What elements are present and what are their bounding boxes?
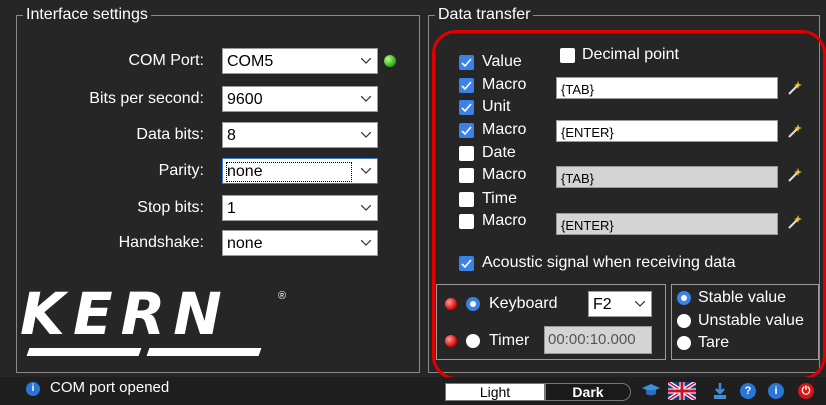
macro2-checkbox[interactable]: [459, 123, 474, 138]
stable-value-label: Stable value: [698, 289, 787, 306]
macro1-value: {TAB}: [561, 82, 595, 97]
parity-label: Parity:: [158, 162, 204, 179]
bits-per-second-select[interactable]: 9600: [222, 86, 378, 112]
kern-logo-bar-right: [146, 348, 262, 356]
macro1-checkbox[interactable]: [459, 78, 474, 93]
chevron-down-icon: [355, 49, 377, 73]
timer-radio[interactable]: [466, 334, 480, 348]
keyboard-key-select[interactable]: F2: [588, 291, 652, 317]
data-bits-select[interactable]: 8: [222, 122, 378, 148]
macro4-label: Macro: [482, 212, 527, 229]
macro1-label: Macro: [482, 76, 527, 93]
bits-per-second-value: 9600: [227, 91, 263, 108]
unstable-value-label: Unstable value: [698, 312, 804, 329]
magic-wand-icon[interactable]: [786, 79, 804, 97]
status-message: COM port opened: [50, 379, 170, 396]
acoustic-signal-label: Acoustic signal when receiving data: [482, 254, 736, 271]
time-label: Time: [482, 190, 517, 207]
power-icon[interactable]: ⏻: [798, 383, 814, 399]
kern-logo: KERN ®: [20, 284, 290, 364]
macro3-checkbox[interactable]: [459, 168, 474, 183]
chevron-down-icon: [355, 231, 377, 255]
help-icon[interactable]: ?: [740, 383, 756, 399]
kern-logo-text: KERN: [20, 280, 230, 348]
info-icon: i: [26, 382, 40, 396]
data-transfer-title: Data transfer: [435, 6, 534, 24]
about-info-icon[interactable]: i: [768, 383, 784, 399]
macro2-value: {ENTER}: [561, 125, 614, 140]
keyboard-key-value: F2: [593, 296, 612, 313]
date-checkbox[interactable]: [459, 146, 474, 161]
theme-light-button[interactable]: Light: [445, 383, 545, 401]
graduation-cap-icon[interactable]: [641, 382, 661, 400]
stable-value-radio[interactable]: [677, 291, 691, 305]
connection-led-icon: [384, 55, 396, 67]
stop-bits-value: 1: [227, 200, 236, 217]
theme-dark-button[interactable]: Dark: [545, 383, 631, 401]
uk-flag-icon[interactable]: [668, 382, 696, 400]
parity-select[interactable]: none: [222, 158, 378, 184]
timer-label: Timer: [489, 332, 530, 349]
macro4-value: {ENTER}: [561, 218, 614, 233]
bits-per-second-label: Bits per second:: [89, 90, 204, 107]
value-label: Value: [482, 53, 522, 70]
tare-radio[interactable]: [677, 336, 691, 350]
com-port-value: COM5: [227, 53, 274, 70]
decimal-point-checkbox[interactable]: [560, 48, 575, 63]
unit-label: Unit: [482, 98, 511, 115]
date-label: Date: [482, 144, 516, 161]
timer-interval-value: 00:00:10.000: [548, 331, 636, 348]
macro2-label: Macro: [482, 121, 527, 138]
keyboard-label: Keyboard: [489, 295, 558, 312]
data-bits-label: Data bits:: [136, 126, 204, 143]
handshake-value: none: [227, 235, 263, 252]
unstable-value-radio[interactable]: [677, 314, 691, 328]
kern-logo-bar-left: [26, 348, 142, 356]
macro4-input[interactable]: {ENTER}: [556, 213, 778, 235]
com-port-select[interactable]: COM5: [222, 48, 378, 74]
stop-bits-label: Stop bits:: [137, 199, 204, 216]
data-bits-value: 8: [227, 127, 236, 144]
download-icon[interactable]: [712, 382, 728, 400]
unit-checkbox[interactable]: [459, 100, 474, 115]
stop-bits-select[interactable]: 1: [222, 195, 378, 221]
timer-interval-input[interactable]: 00:00:10.000: [544, 326, 652, 354]
value-checkbox[interactable]: [459, 55, 474, 70]
kern-logo-registered: ®: [278, 290, 287, 302]
keyboard-status-led-icon: [445, 298, 457, 310]
macro3-input[interactable]: {TAB}: [556, 166, 778, 188]
macro3-value: {TAB}: [561, 171, 595, 186]
chevron-down-icon: [629, 292, 651, 316]
tare-label: Tare: [698, 334, 730, 351]
time-checkbox[interactable]: [459, 192, 474, 207]
handshake-label: Handshake:: [118, 234, 204, 251]
magic-wand-icon[interactable]: [786, 166, 804, 184]
interface-settings-title: Interface settings: [23, 6, 151, 24]
chevron-down-icon: [355, 159, 377, 183]
timer-status-led-icon: [445, 335, 457, 347]
macro2-input[interactable]: {ENTER}: [556, 120, 778, 142]
magic-wand-icon[interactable]: [786, 213, 804, 231]
com-port-label: COM Port:: [128, 52, 204, 69]
chevron-down-icon: [355, 123, 377, 147]
chevron-down-icon: [355, 87, 377, 111]
macro1-input[interactable]: {TAB}: [556, 77, 778, 99]
decimal-point-label: Decimal point: [582, 46, 679, 63]
magic-wand-icon[interactable]: [786, 122, 804, 140]
macro3-label: Macro: [482, 166, 527, 183]
parity-value: none: [226, 162, 352, 182]
macro4-checkbox[interactable]: [459, 214, 474, 229]
chevron-down-icon: [355, 196, 377, 220]
keyboard-radio[interactable]: [466, 297, 480, 311]
acoustic-signal-checkbox[interactable]: [459, 256, 474, 271]
handshake-select[interactable]: none: [222, 230, 378, 256]
